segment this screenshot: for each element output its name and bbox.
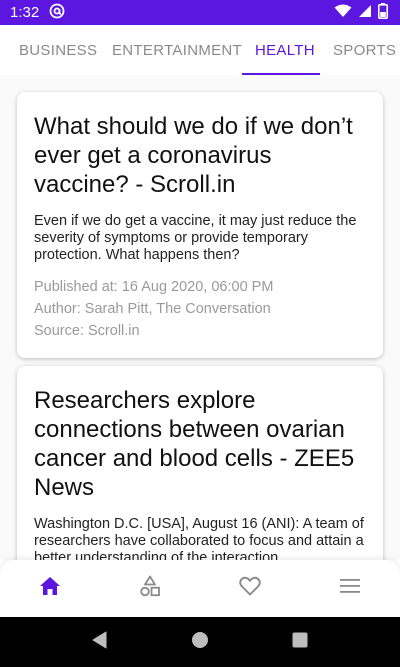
article-description: Washington D.C. [USA], August 16 (ANI): … (34, 516, 364, 560)
battery-icon (378, 2, 388, 23)
article-title: Researchers explore connections between … (34, 387, 355, 501)
home-circle-icon (191, 631, 209, 654)
back-button[interactable] (80, 622, 120, 662)
home-icon (39, 576, 61, 601)
status-right (334, 2, 388, 23)
system-navigation-bar (0, 617, 400, 667)
recents-square-icon (292, 632, 308, 653)
at-sign-icon (49, 3, 65, 23)
home-button[interactable] (180, 622, 220, 662)
status-bar: 1:32 (0, 0, 400, 25)
heart-icon (239, 576, 261, 601)
category-tab-bar: Business Entertainment Health Sports (0, 25, 400, 75)
bottom-navigation (0, 560, 400, 617)
categories-icon (139, 575, 161, 602)
article-author: Author: Sarah Pitt, The Conversation (34, 301, 271, 317)
tab-health[interactable]: Health (255, 25, 315, 75)
nav-home[interactable] (20, 564, 80, 614)
menu-icon (340, 578, 360, 599)
article-description: Even if we do get a vaccine, it may just… (34, 213, 357, 263)
status-time: 1:32 (10, 4, 40, 21)
recents-button[interactable] (280, 622, 320, 662)
status-left: 1:32 (10, 3, 65, 23)
wifi-icon (334, 4, 352, 22)
article-card[interactable]: Researchers explore connections between … (17, 366, 383, 560)
nav-categories[interactable] (120, 564, 180, 614)
back-triangle-icon (92, 631, 108, 654)
article-published: Published at: 16 Aug 2020, 06:00 PM (34, 279, 274, 295)
tab-sports[interactable]: Sports (333, 25, 396, 75)
tab-entertainment[interactable]: Entertainment (112, 25, 242, 75)
article-card[interactable]: What should we do if we don’t ever get a… (17, 92, 383, 358)
nav-menu[interactable] (320, 564, 380, 614)
article-title: What should we do if we don’t ever get a… (34, 113, 353, 198)
article-list: What should we do if we don’t ever get a… (0, 75, 400, 560)
tab-business[interactable]: Business (19, 25, 97, 75)
signal-icon (358, 4, 372, 22)
article-meta: Published at: 16 Aug 2020, 06:00 PM Auth… (34, 276, 366, 342)
nav-favorites[interactable] (220, 564, 280, 614)
article-source: Source: Scroll.in (34, 323, 140, 339)
